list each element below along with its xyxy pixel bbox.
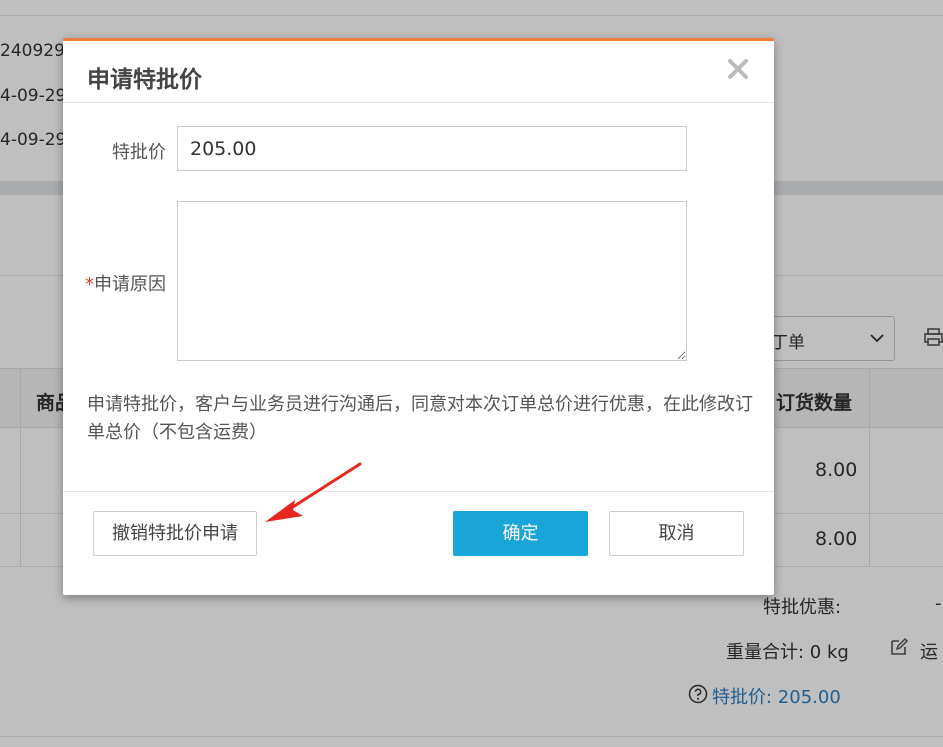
dialog-header: 申请特批价: [63, 41, 774, 103]
reason-label: *申请原因: [85, 270, 166, 296]
reason-label-text: 申请原因: [94, 274, 166, 295]
required-mark: *: [85, 274, 94, 295]
dialog-note: 申请特批价，客户与业务员进行沟通后，同意对本次订单总价进行优惠，在此修改订单总价…: [87, 394, 753, 443]
dialog-title: 申请特批价: [87, 67, 202, 93]
annotation-arrow: [265, 462, 362, 522]
confirm-button[interactable]: 确定: [453, 511, 588, 556]
cancel-button[interactable]: 取消: [609, 511, 744, 556]
special-price-input[interactable]: [177, 126, 687, 171]
reason-textarea[interactable]: [177, 201, 687, 361]
special-price-dialog: 申请特批价 特批价 *申请原因 申请特批价，客户与业务员进行沟通后，同意对本次订…: [63, 38, 774, 595]
dialog-footer-divider: [63, 491, 774, 492]
revoke-special-price-button[interactable]: 撤销特批价申请: [93, 511, 257, 556]
special-price-label: 特批价: [112, 142, 166, 163]
close-icon[interactable]: [724, 55, 752, 83]
